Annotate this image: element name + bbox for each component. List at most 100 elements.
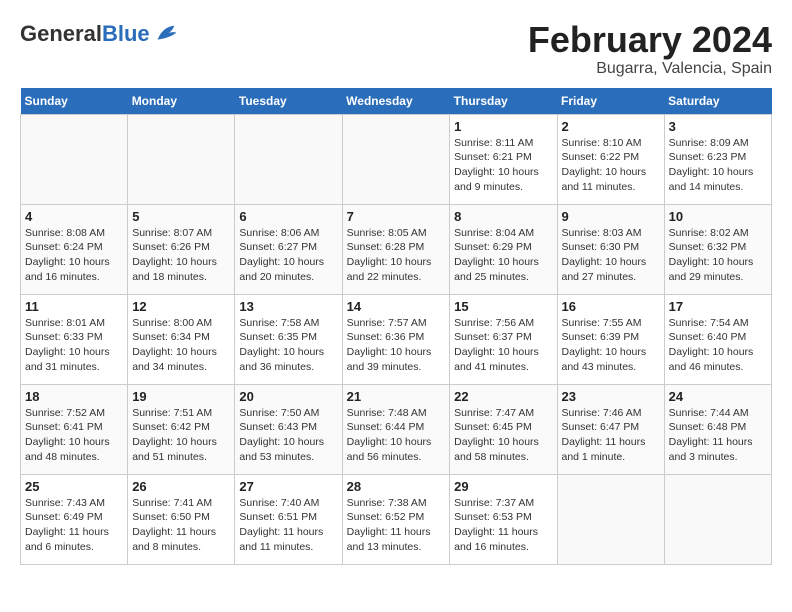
week-row-1: 1Sunrise: 8:11 AM Sunset: 6:21 PM Daylig… xyxy=(21,114,772,204)
day-info: Sunrise: 8:00 AM Sunset: 6:34 PM Dayligh… xyxy=(132,316,230,375)
day-number: 19 xyxy=(132,389,230,404)
day-cell: 15Sunrise: 7:56 AM Sunset: 6:37 PM Dayli… xyxy=(450,294,557,384)
day-info: Sunrise: 7:38 AM Sunset: 6:52 PM Dayligh… xyxy=(347,496,446,555)
page-header: GeneralBlue February 2024 Bugarra, Valen… xyxy=(20,20,772,78)
day-cell: 11 Sunrise: 8:01 AM Sunset: 6:33 PM Dayli… xyxy=(21,294,128,384)
day-cell: 8 Sunrise: 8:04 AM Sunset: 6:29 PM Daylig… xyxy=(450,204,557,294)
day-cell: 5 Sunrise: 8:07 AM Sunset: 6:26 PM Daylig… xyxy=(128,204,235,294)
day-cell xyxy=(21,114,128,204)
day-number: 20 xyxy=(239,389,337,404)
day-cell: 25 Sunrise: 7:43 AM Sunset: 6:49 PM Dayli… xyxy=(21,474,128,564)
day-number: 17 xyxy=(669,299,767,314)
day-cell: 7Sunrise: 8:05 AM Sunset: 6:28 PM Daylig… xyxy=(342,204,450,294)
day-number: 27 xyxy=(239,479,337,494)
day-number: 9 xyxy=(562,209,660,224)
day-cell: 10 Sunrise: 8:02 AM Sunset: 6:32 PM Dayli… xyxy=(664,204,771,294)
week-row-3: 11 Sunrise: 8:01 AM Sunset: 6:33 PM Dayli… xyxy=(21,294,772,384)
title-block: February 2024 Bugarra, Valencia, Spain xyxy=(528,20,772,78)
month-title: February 2024 xyxy=(528,20,772,60)
day-cell: 22 Sunrise: 7:47 AM Sunset: 6:45 PM Dayli… xyxy=(450,384,557,474)
day-info: Sunrise: 7:54 AM Sunset: 6:40 PM Dayligh… xyxy=(669,316,767,375)
day-cell: 19 Sunrise: 7:51 AM Sunset: 6:42 PM Dayli… xyxy=(128,384,235,474)
day-number: 3 xyxy=(669,119,767,134)
day-info: Sunrise: 7:41 AM Sunset: 6:50 PM Dayligh… xyxy=(132,496,230,555)
day-info: Sunrise: 8:05 AM Sunset: 6:28 PM Dayligh… xyxy=(347,226,446,285)
day-cell: 13 Sunrise: 7:58 AM Sunset: 6:35 PM Dayli… xyxy=(235,294,342,384)
day-cell: 6 Sunrise: 8:06 AM Sunset: 6:27 PM Daylig… xyxy=(235,204,342,294)
day-number: 13 xyxy=(239,299,337,314)
day-number: 23 xyxy=(562,389,660,404)
weekday-header-row: SundayMondayTuesdayWednesdayThursdayFrid… xyxy=(21,88,772,115)
day-cell xyxy=(342,114,450,204)
day-cell: 12 Sunrise: 8:00 AM Sunset: 6:34 PM Dayli… xyxy=(128,294,235,384)
weekday-header-wednesday: Wednesday xyxy=(342,88,450,115)
day-number: 21 xyxy=(347,389,446,404)
week-row-2: 4 Sunrise: 8:08 AM Sunset: 6:24 PM Daylig… xyxy=(21,204,772,294)
day-number: 1 xyxy=(454,119,552,134)
day-cell: 3 Sunrise: 8:09 AM Sunset: 6:23 PM Daylig… xyxy=(664,114,771,204)
day-cell: 1Sunrise: 8:11 AM Sunset: 6:21 PM Daylig… xyxy=(450,114,557,204)
day-info: Sunrise: 8:06 AM Sunset: 6:27 PM Dayligh… xyxy=(239,226,337,285)
day-info: Sunrise: 8:09 AM Sunset: 6:23 PM Dayligh… xyxy=(669,136,767,195)
day-cell xyxy=(235,114,342,204)
day-number: 25 xyxy=(25,479,123,494)
day-number: 14 xyxy=(347,299,446,314)
weekday-header-tuesday: Tuesday xyxy=(235,88,342,115)
day-cell: 21 Sunrise: 7:48 AM Sunset: 6:44 PM Dayli… xyxy=(342,384,450,474)
day-number: 18 xyxy=(25,389,123,404)
location-label: Bugarra, Valencia, Spain xyxy=(528,60,772,78)
day-cell: 14 Sunrise: 7:57 AM Sunset: 6:36 PM Dayli… xyxy=(342,294,450,384)
day-info: Sunrise: 7:44 AM Sunset: 6:48 PM Dayligh… xyxy=(669,406,767,465)
day-info: Sunrise: 7:48 AM Sunset: 6:44 PM Dayligh… xyxy=(347,406,446,465)
day-number: 6 xyxy=(239,209,337,224)
day-info: Sunrise: 8:02 AM Sunset: 6:32 PM Dayligh… xyxy=(669,226,767,285)
day-number: 2 xyxy=(562,119,660,134)
day-info: Sunrise: 7:51 AM Sunset: 6:42 PM Dayligh… xyxy=(132,406,230,465)
day-number: 11 xyxy=(25,299,123,314)
weekday-header-monday: Monday xyxy=(128,88,235,115)
day-cell: 9 Sunrise: 8:03 AM Sunset: 6:30 PM Daylig… xyxy=(557,204,664,294)
day-number: 28 xyxy=(347,479,446,494)
day-info: Sunrise: 8:03 AM Sunset: 6:30 PM Dayligh… xyxy=(562,226,660,285)
weekday-header-friday: Friday xyxy=(557,88,664,115)
day-cell: 4 Sunrise: 8:08 AM Sunset: 6:24 PM Daylig… xyxy=(21,204,128,294)
day-info: Sunrise: 7:43 AM Sunset: 6:49 PM Dayligh… xyxy=(25,496,123,555)
day-info: Sunrise: 7:40 AM Sunset: 6:51 PM Dayligh… xyxy=(239,496,337,555)
day-number: 26 xyxy=(132,479,230,494)
day-info: Sunrise: 8:08 AM Sunset: 6:24 PM Dayligh… xyxy=(25,226,123,285)
day-cell xyxy=(664,474,771,564)
day-info: Sunrise: 8:04 AM Sunset: 6:29 PM Dayligh… xyxy=(454,226,552,285)
day-number: 8 xyxy=(454,209,552,224)
logo-bird-icon xyxy=(152,20,180,48)
weekday-header-sunday: Sunday xyxy=(21,88,128,115)
day-cell: 23Sunrise: 7:46 AM Sunset: 6:47 PM Dayli… xyxy=(557,384,664,474)
day-info: Sunrise: 7:55 AM Sunset: 6:39 PM Dayligh… xyxy=(562,316,660,375)
day-info: Sunrise: 8:07 AM Sunset: 6:26 PM Dayligh… xyxy=(132,226,230,285)
day-info: Sunrise: 7:58 AM Sunset: 6:35 PM Dayligh… xyxy=(239,316,337,375)
day-info: Sunrise: 7:57 AM Sunset: 6:36 PM Dayligh… xyxy=(347,316,446,375)
day-number: 24 xyxy=(669,389,767,404)
day-info: Sunrise: 7:47 AM Sunset: 6:45 PM Dayligh… xyxy=(454,406,552,465)
day-number: 5 xyxy=(132,209,230,224)
day-info: Sunrise: 7:37 AM Sunset: 6:53 PM Dayligh… xyxy=(454,496,552,555)
day-cell: 24 Sunrise: 7:44 AM Sunset: 6:48 PM Dayli… xyxy=(664,384,771,474)
day-number: 12 xyxy=(132,299,230,314)
day-cell xyxy=(128,114,235,204)
day-number: 22 xyxy=(454,389,552,404)
day-info: Sunrise: 7:50 AM Sunset: 6:43 PM Dayligh… xyxy=(239,406,337,465)
day-number: 29 xyxy=(454,479,552,494)
weekday-header-saturday: Saturday xyxy=(664,88,771,115)
day-info: Sunrise: 7:52 AM Sunset: 6:41 PM Dayligh… xyxy=(25,406,123,465)
day-cell: 18 Sunrise: 7:52 AM Sunset: 6:41 PM Dayli… xyxy=(21,384,128,474)
day-number: 10 xyxy=(669,209,767,224)
day-info: Sunrise: 8:01 AM Sunset: 6:33 PM Dayligh… xyxy=(25,316,123,375)
day-cell: 29 Sunrise: 7:37 AM Sunset: 6:53 PM Dayli… xyxy=(450,474,557,564)
weekday-header-thursday: Thursday xyxy=(450,88,557,115)
day-number: 4 xyxy=(25,209,123,224)
day-cell: 20 Sunrise: 7:50 AM Sunset: 6:43 PM Dayli… xyxy=(235,384,342,474)
logo-general-text: General xyxy=(20,21,102,46)
day-number: 16 xyxy=(562,299,660,314)
day-cell: 17 Sunrise: 7:54 AM Sunset: 6:40 PM Dayli… xyxy=(664,294,771,384)
day-cell: 28 Sunrise: 7:38 AM Sunset: 6:52 PM Dayli… xyxy=(342,474,450,564)
day-info: Sunrise: 8:10 AM Sunset: 6:22 PM Dayligh… xyxy=(562,136,660,195)
